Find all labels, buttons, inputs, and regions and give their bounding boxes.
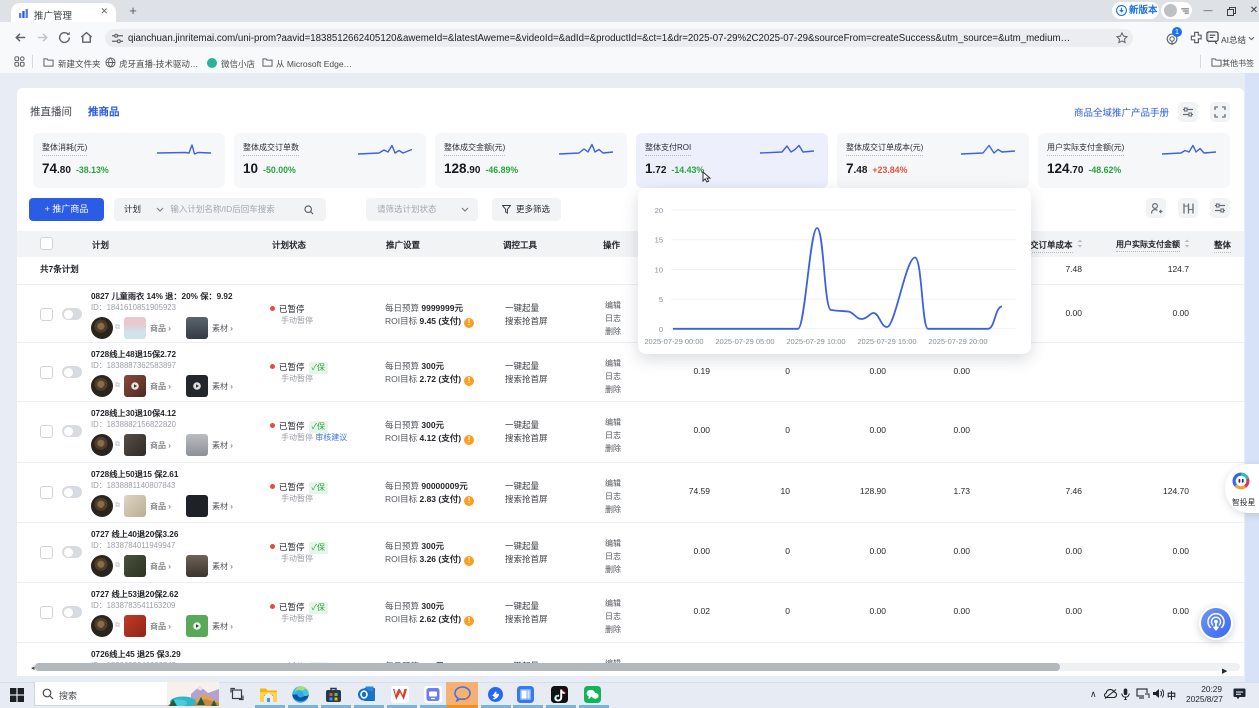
svg-text:2025-07-29 10:00: 2025-07-29 10:00	[786, 337, 845, 346]
svg-text:15: 15	[655, 236, 663, 245]
svg-text:2025-07-29 05:00: 2025-07-29 05:00	[715, 337, 774, 346]
svg-text:0: 0	[659, 325, 663, 334]
svg-text:5: 5	[659, 295, 663, 304]
svg-text:2025-07-29 20:00: 2025-07-29 20:00	[928, 337, 987, 346]
svg-text:20: 20	[655, 206, 663, 215]
svg-text:2025-07-29 15:00: 2025-07-29 15:00	[857, 337, 916, 346]
svg-text:2025-07-29 00:00: 2025-07-29 00:00	[644, 337, 703, 346]
svg-text:10: 10	[655, 265, 663, 274]
